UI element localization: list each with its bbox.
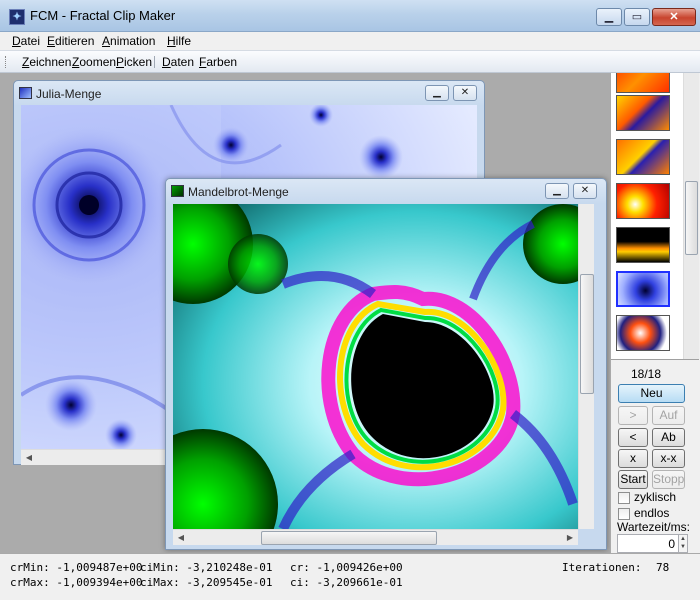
menu-hilfe[interactable]: Hilfe [167,34,191,48]
menu-bar: Datei Editieren Animation Hilfe [0,32,700,51]
status-crmin: crMin: -1,009487e+00 [10,561,143,574]
wartezeit-input[interactable]: 0 [617,534,679,553]
status-cr: cr: -1,009426e+00 [290,561,403,574]
wartezeit-label: Wartezeit/ms: [617,520,690,534]
start-button[interactable]: Start [618,470,648,489]
mandelbrot-vscroll-thumb[interactable] [580,274,594,394]
status-ci: ci: -3,209661e-01 [290,576,403,589]
zyklisch-checkbox[interactable] [618,492,630,504]
frame-thumbnail[interactable] [616,73,670,93]
frame-thumbnail[interactable] [616,95,670,131]
status-bar: crMin: -1,009487e+00 crMax: -1,009394e+0… [0,553,700,600]
mandelbrot-scroll-left-icon[interactable]: ◀ [173,530,189,546]
thumbnail-vertical-scrollbar[interactable] [683,73,699,359]
mandelbrot-close-button[interactable]: ✕ [573,183,597,199]
spin-up-icon[interactable]: ▲ [679,535,687,543]
status-iterations-value: 78 [656,561,670,574]
mandelbrot-scroll-right-icon[interactable]: ▶ [562,530,578,546]
auf-button[interactable]: Auf [652,406,685,425]
frame-thumbnail[interactable] [616,315,670,351]
status-cimax: ciMax: -3,209545e-01 [140,576,273,589]
ab-button[interactable]: Ab [652,428,685,447]
mandelbrot-canvas[interactable] [173,204,578,529]
julia-window-icon [19,87,32,99]
menu-animation[interactable]: Animation [102,34,155,48]
app-title: FCM - Fractal Clip Maker [30,8,176,23]
spin-down-icon[interactable]: ▼ [679,543,687,551]
endlos-checkbox[interactable] [618,508,630,520]
frame-thumbnail[interactable] [616,139,670,175]
stopp-button[interactable]: Stopp [652,470,685,489]
maximize-button[interactable]: ▭ [624,8,650,26]
mandelbrot-window-icon [171,185,184,197]
menu-datei[interactable]: Datei [12,34,40,48]
julia-minimize-button[interactable]: ▁ [425,85,449,101]
frame-thumbnail-selected[interactable] [616,271,670,307]
frame-thumbnail[interactable] [616,183,670,219]
zyklisch-label: zyklisch [634,490,677,504]
mandelbrot-fractal-image[interactable] [173,204,578,529]
thumbnail-scroll-thumb[interactable] [685,181,698,255]
frame-thumbnail-strip[interactable] [611,73,699,360]
tool-picken[interactable]: Picken [116,55,152,69]
mandelbrot-minimize-button[interactable]: ▁ [545,183,569,199]
app-icon: ✦ [9,9,25,25]
mandelbrot-hscroll-thumb[interactable] [261,531,437,545]
julia-scroll-left-icon[interactable]: ◀ [21,450,37,466]
status-cimin: ciMin: -3,210248e-01 [140,561,273,574]
delete-button[interactable]: x [618,449,648,468]
main-title-bar[interactable]: ✦ FCM - Fractal Clip Maker ▁ ▭ ✕ [0,0,700,32]
menu-editieren[interactable]: Editieren [47,34,94,48]
close-button[interactable]: ✕ [652,8,696,26]
mandelbrot-vertical-scrollbar[interactable] [578,204,594,529]
toolbar: Zeichnen Zoomen Picken Daten Farben [0,51,700,73]
status-iterations-label: Iterationen: [562,561,642,574]
toolbar-grip[interactable] [5,56,9,68]
julia-close-button[interactable]: ✕ [453,85,477,101]
tool-farben[interactable]: Farben [199,55,237,69]
tool-daten[interactable]: Daten [162,55,194,69]
mandelbrot-horizontal-scrollbar[interactable]: ◀ ▶ [173,529,578,545]
toolbar-separator [154,56,155,68]
tool-zoomen[interactable]: Zoomen [72,55,116,69]
status-crmax: crMax: -1,009394e+00 [10,576,143,589]
neu-button[interactable]: Neu [618,384,685,403]
frame-counter: 18/18 [630,367,662,381]
prev-button[interactable]: < [618,428,648,447]
minimize-button[interactable]: ▁ [596,8,622,26]
endlos-label: endlos [634,506,670,520]
animation-panel: 18/18 Neu > Auf < Ab x x-x Start Stopp z… [610,73,700,553]
julia-window-title: Julia-Menge [36,87,102,101]
mandelbrot-window[interactable]: Mandelbrot-Menge ▁ ✕ ◀ ▶ [165,178,607,550]
delete-all-button[interactable]: x-x [652,449,685,468]
next-button[interactable]: > [618,406,648,425]
wartezeit-spinner[interactable]: ▲ ▼ [679,534,688,553]
mandelbrot-window-title: Mandelbrot-Menge [188,185,289,199]
frame-thumbnail[interactable] [616,227,670,263]
tool-zeichnen[interactable]: Zeichnen [22,55,71,69]
